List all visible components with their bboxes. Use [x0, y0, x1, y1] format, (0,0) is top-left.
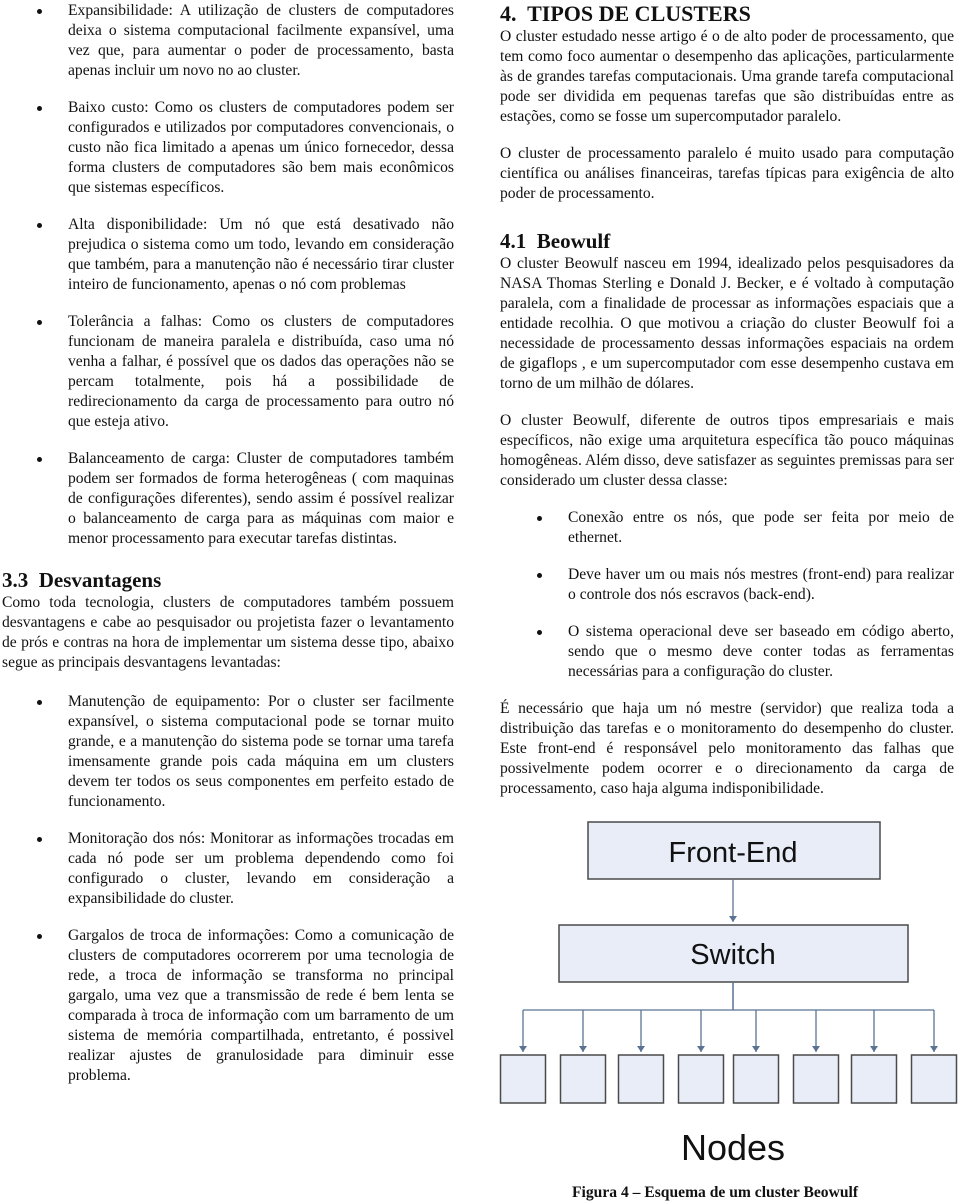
- node-box: [792, 1054, 840, 1104]
- node-box: [617, 1054, 665, 1104]
- node-box: [732, 1054, 780, 1104]
- node-box: [850, 1054, 898, 1104]
- nodes-label: Nodes: [681, 1127, 785, 1168]
- node-box: [677, 1054, 725, 1104]
- node-box: [910, 1054, 958, 1104]
- beowulf-diagram: Front-End Switch Nodes: [499, 821, 958, 1168]
- node-box: [559, 1054, 607, 1104]
- front-end-label: Front-End: [669, 837, 798, 869]
- node-box: [499, 1054, 547, 1104]
- switch-label: Switch: [690, 939, 775, 971]
- figure-caption: Figura 4 – Esquema de um cluster Beowulf: [572, 1184, 859, 1201]
